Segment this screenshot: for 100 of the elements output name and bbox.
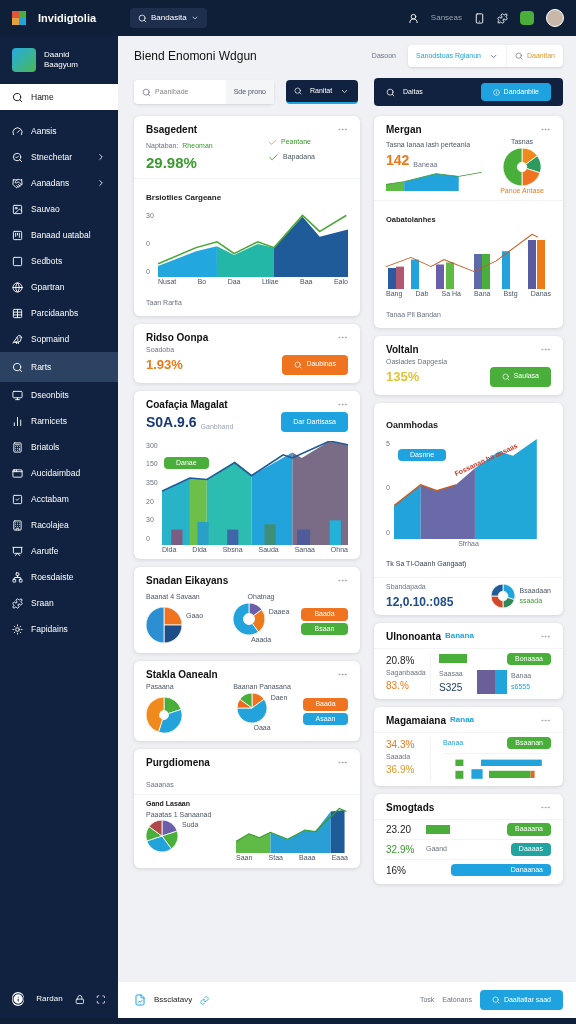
- profile-subtitle: Baagyum: [44, 60, 78, 70]
- chart-file-icon[interactable]: [134, 994, 146, 1006]
- metric-value: 34.3%: [386, 737, 416, 752]
- bar: [411, 259, 419, 289]
- metric-value: S325: [439, 680, 464, 695]
- board-icon: [12, 229, 23, 241]
- chevron-icon: [96, 152, 106, 162]
- donut-segment: [503, 584, 516, 601]
- bar-chart-icon: [12, 415, 23, 427]
- card-subtitle: Ranaa: [450, 714, 475, 726]
- metric-value: 83.%: [386, 679, 410, 693]
- metric-value: S0A.9.6: [146, 412, 197, 432]
- globe-icon: [12, 281, 23, 293]
- donut-segment: [491, 595, 504, 609]
- card-title: Ridso Oonpa: [146, 330, 209, 345]
- user-icon[interactable]: [407, 12, 419, 24]
- sidebar-item[interactable]: Roesdaiste: [0, 564, 118, 590]
- sidebar-item[interactable]: Stnechetar: [0, 144, 118, 170]
- logo-icon: [12, 11, 26, 25]
- bar: [329, 519, 341, 545]
- search-icon: [142, 87, 151, 97]
- metric-value: 1.93%: [146, 356, 183, 374]
- footer-label: Rardan: [36, 993, 63, 1005]
- monitor-icon: [12, 389, 23, 401]
- metric-value: 16%: [386, 863, 407, 878]
- card-title: Purgdiomena: [146, 756, 210, 770]
- metric-value: 12,0.10.:085: [386, 593, 454, 611]
- sidebar-item[interactable]: Aanadans: [0, 170, 118, 196]
- phone-icon[interactable]: [474, 12, 485, 24]
- page-title: Biend Enomoni Wdgun: [134, 48, 258, 65]
- building-icon: [12, 519, 23, 531]
- lock-icon[interactable]: [74, 993, 85, 1005]
- app-icon[interactable]: [520, 11, 534, 25]
- sidebar-item[interactable]: Aucidaimbad: [0, 460, 118, 486]
- puzzle-icon[interactable]: [497, 12, 508, 24]
- card-subtitle: Banana: [445, 630, 474, 642]
- search-icon: [12, 361, 23, 373]
- bar: [481, 759, 542, 766]
- search-icon: [501, 372, 510, 381]
- search-button[interactable]: Bandasita: [130, 8, 207, 28]
- card-title: Snadan Eikayans: [146, 574, 229, 588]
- donut-segment: [491, 584, 504, 597]
- donut-segment: [525, 154, 541, 173]
- handshake-icon: [12, 177, 23, 189]
- card-title: Coafaçia Magalat: [146, 397, 228, 412]
- card-title: Mergan: [386, 123, 422, 137]
- sidebar-item[interactable]: Parcidaanbs: [0, 300, 118, 326]
- checkbox-icon: [12, 493, 23, 505]
- metric-value: 32.9%: [386, 843, 416, 857]
- logo-text: Invidigtolia: [38, 10, 98, 26]
- sidebar-item[interactable]: Rarnicets: [0, 408, 118, 434]
- sidebar-item[interactable]: Sedbots: [0, 248, 118, 274]
- sidebar-item[interactable]: Acctabam: [0, 486, 118, 512]
- bar: [439, 654, 467, 664]
- info-icon: [492, 88, 500, 96]
- scan-icon[interactable]: [96, 993, 106, 1005]
- chart-title: Brsiotlies Cargeane: [146, 193, 222, 202]
- card-title: Oanmhodas: [386, 419, 438, 430]
- sidebar-item[interactable]: Aarutfe: [0, 538, 118, 564]
- search-icon: [294, 360, 303, 369]
- bar: [171, 529, 183, 545]
- check-icon: [268, 151, 279, 163]
- info-icon[interactable]: [12, 992, 25, 1006]
- image-icon: [12, 203, 23, 215]
- metric-value: 29.98%: [146, 152, 198, 173]
- sidebar-item[interactable]: Sauvao: [0, 196, 118, 222]
- gauge-icon: [12, 125, 23, 137]
- app-logo-icon: [12, 48, 36, 72]
- user-label: Sanseas: [430, 12, 462, 24]
- window-icon: [12, 467, 23, 479]
- sidebar-item[interactable]: Gpartran: [0, 274, 118, 300]
- bar: [264, 523, 276, 545]
- sidebar-item[interactable]: Fapidains: [0, 616, 118, 642]
- metric-value: 36.9%: [386, 763, 416, 777]
- search-check-icon: [12, 151, 23, 163]
- sidebar-item[interactable]: Rarts: [0, 352, 118, 382]
- search-icon: [386, 87, 395, 97]
- bar: [502, 251, 510, 289]
- chevron-icon: [190, 14, 199, 22]
- sidebar-item[interactable]: Briatols: [0, 434, 118, 460]
- bar: [446, 262, 454, 289]
- sidebar-item[interactable]: Dseonbits: [0, 382, 118, 408]
- footer-label: Bssclatavy: [154, 994, 193, 1006]
- sidebar-item[interactable]: Sraan: [0, 590, 118, 616]
- link-icon[interactable]: [200, 995, 210, 1005]
- bar: [455, 759, 464, 766]
- bar: [471, 769, 483, 779]
- search-icon: [12, 91, 23, 103]
- square-icon: [12, 255, 23, 267]
- table-icon: [12, 307, 23, 319]
- sidebar-item[interactable]: Sopmaind: [0, 326, 118, 352]
- card-title: Bsagedent: [146, 123, 198, 137]
- sidebar-item[interactable]: Hame: [0, 84, 118, 110]
- sidebar-item[interactable]: Aansis: [0, 118, 118, 144]
- search-icon: [514, 52, 523, 60]
- sidebar-item[interactable]: Banaad uatabal: [0, 222, 118, 248]
- bird-icon: [12, 333, 23, 345]
- sidebar-item[interactable]: Racolajea: [0, 512, 118, 538]
- avatar[interactable]: [546, 9, 564, 27]
- sun-icon: [12, 623, 23, 635]
